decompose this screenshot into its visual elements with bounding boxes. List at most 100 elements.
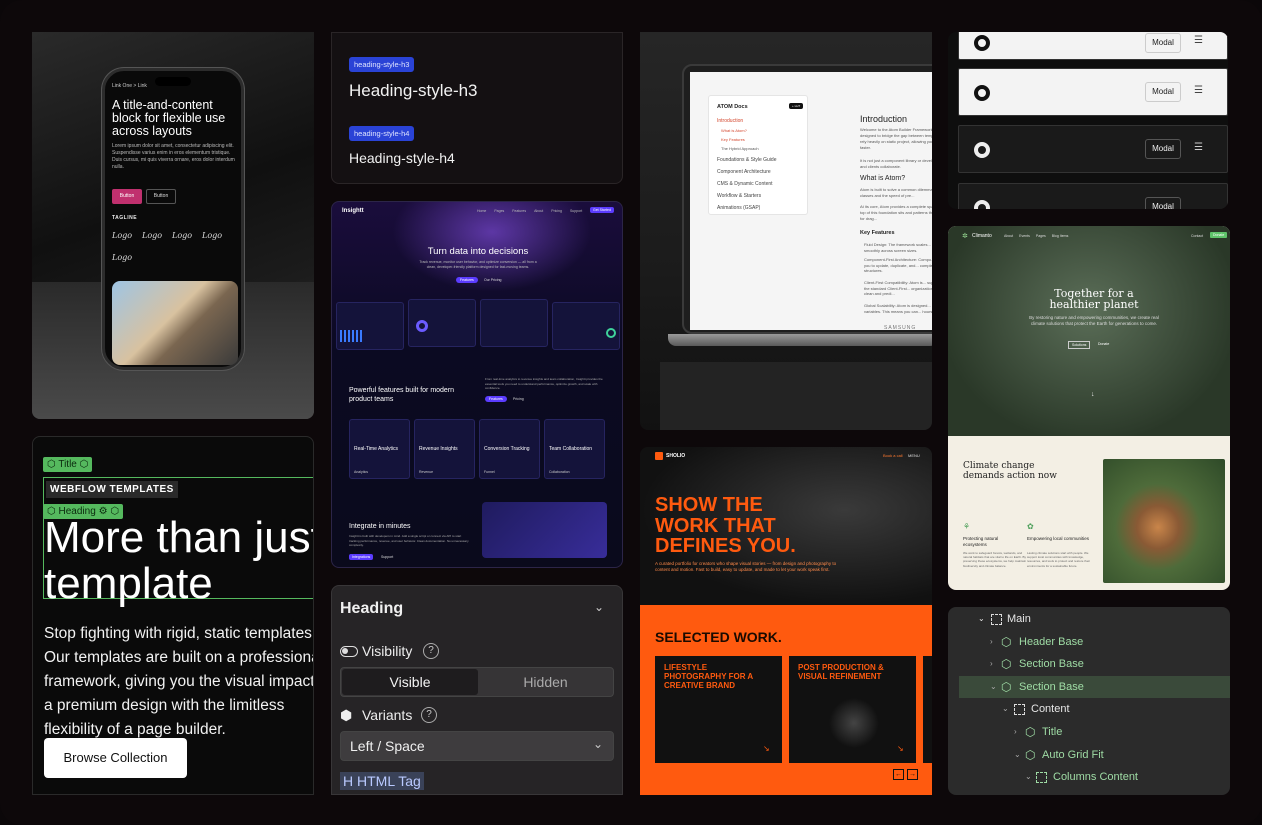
hero-pricing-link[interactable]: Our Pricing bbox=[480, 277, 506, 283]
next-arrow-icon[interactable]: → bbox=[907, 769, 918, 780]
menu-item[interactable]: CMS & Dynamic Content bbox=[717, 181, 773, 187]
tree-row[interactable]: ⌄ Columns Content bbox=[948, 766, 1230, 788]
feature-item: Global Scalability: Atom is designed... … bbox=[864, 303, 932, 314]
hamburger-icon[interactable]: ☰ bbox=[1194, 142, 1203, 153]
features-button[interactable]: Features bbox=[485, 396, 507, 402]
help-icon[interactable]: ? bbox=[423, 643, 439, 659]
tree-row[interactable]: ⌄ ⬡ Auto Grid Fit bbox=[948, 744, 1230, 766]
dashboard-preview bbox=[552, 302, 620, 350]
tree-row[interactable]: ⌄ Content bbox=[948, 698, 1230, 720]
nav-link[interactable]: Pages bbox=[1036, 234, 1046, 238]
hamburger-icon[interactable]: ☰ bbox=[1194, 85, 1203, 96]
intro-text: Welcome to the Atom Builder Framework, d… bbox=[860, 127, 932, 150]
menu-button[interactable]: MENU bbox=[908, 453, 920, 458]
work-card[interactable]: LIFESTYLE PHOTOGRAPHY FOR A CREATIVE BRA… bbox=[655, 656, 782, 763]
nav-cta-button[interactable]: Get Started bbox=[590, 207, 614, 213]
nav-link[interactable]: Events bbox=[1019, 234, 1030, 238]
integrate-subtitle: Insightt is built with developers in min… bbox=[349, 534, 469, 547]
prev-arrow-icon[interactable]: ← bbox=[893, 769, 904, 780]
panel-title: Heading bbox=[340, 600, 404, 617]
menu-subitem[interactable]: What is Atom? bbox=[721, 128, 747, 133]
docs-badge: + LHT bbox=[789, 103, 804, 109]
box-icon bbox=[991, 614, 1002, 625]
nav-link[interactable]: Support bbox=[570, 209, 582, 213]
hero-features-button[interactable]: Features bbox=[456, 277, 478, 283]
chevron-down-icon: ⌄ bbox=[990, 682, 997, 691]
tree-label: Section Base bbox=[1019, 658, 1084, 670]
secondary-button[interactable]: Button bbox=[146, 189, 176, 204]
pricing-link[interactable]: Pricing bbox=[509, 396, 528, 402]
visible-option[interactable]: Visible bbox=[342, 669, 478, 695]
menu-item[interactable]: Introduction bbox=[717, 118, 743, 124]
hidden-option[interactable]: Hidden bbox=[478, 669, 613, 695]
nav-link[interactable]: Blog Items bbox=[1052, 234, 1069, 238]
style-tag-h3[interactable]: heading-style-h3 bbox=[349, 57, 415, 72]
feature-card-link[interactable]: Collaboration bbox=[549, 470, 570, 474]
brand-name[interactable]: Climanto bbox=[972, 233, 992, 239]
hero-title: Turn data into decisions bbox=[427, 246, 529, 257]
nav-link[interactable]: About bbox=[534, 209, 543, 213]
nav-link[interactable]: Home bbox=[477, 209, 486, 213]
feature-card-link[interactable]: Funnel bbox=[484, 470, 495, 474]
visibility-segmented-control: Visible Hidden bbox=[340, 667, 614, 697]
contact-link[interactable]: Contact bbox=[1191, 234, 1203, 238]
work-card[interactable]: POST PRODUCTION & VISUAL REFINEMENT ↘ bbox=[789, 656, 916, 763]
architecture-image bbox=[112, 281, 238, 365]
nav-link[interactable]: Pricing bbox=[551, 209, 562, 213]
nav-link[interactable]: About bbox=[1004, 234, 1013, 238]
feature-card-link[interactable]: Analytics bbox=[354, 470, 368, 474]
html-tag-chip[interactable]: H HTML Tag bbox=[340, 772, 424, 790]
feature-card-title: Conversion Tracking bbox=[484, 446, 530, 452]
help-icon[interactable]: ? bbox=[421, 707, 437, 723]
modal-button[interactable]: Modal bbox=[1145, 139, 1181, 159]
title-tag[interactable]: ⬡ Title ⬡ bbox=[43, 457, 93, 472]
menu-subitem[interactable]: The Hybrid Approach bbox=[721, 146, 759, 151]
modal-button[interactable]: Modal bbox=[1145, 82, 1181, 102]
tree-row[interactable]: › ⬡ Section Base bbox=[948, 653, 1230, 675]
tree-label: Content bbox=[1031, 703, 1070, 715]
modal-button[interactable]: Modal bbox=[1145, 197, 1181, 209]
primary-button[interactable]: Button bbox=[112, 189, 142, 204]
brand-logo-icon bbox=[974, 85, 990, 101]
toggle-icon[interactable] bbox=[340, 646, 358, 657]
brand-name[interactable]: SHOLIO bbox=[666, 453, 685, 459]
menu-item[interactable]: Workflow & Starters bbox=[717, 193, 761, 199]
support-link[interactable]: Support bbox=[378, 554, 396, 560]
menu-item[interactable]: Animations (GSAP) bbox=[717, 205, 760, 211]
browse-collection-button[interactable]: Browse Collection bbox=[44, 738, 187, 778]
tree-row[interactable]: › ⬡ Header Base bbox=[948, 631, 1230, 653]
variants-select[interactable]: Left / Space ⌄ bbox=[340, 731, 614, 761]
tree-row[interactable]: › ⬡ Title bbox=[948, 721, 1230, 743]
integrations-button[interactable]: Integrations bbox=[349, 554, 374, 560]
menu-item[interactable]: Component Architecture bbox=[717, 169, 771, 175]
brand-logo-icon bbox=[974, 142, 990, 158]
menu-item[interactable]: Foundations & Style Guide bbox=[717, 157, 776, 163]
nav-link[interactable]: Pages bbox=[494, 209, 504, 213]
logo-item: Logo bbox=[142, 231, 163, 240]
style-tag-h4[interactable]: heading-style-h4 bbox=[349, 126, 415, 141]
nav-link[interactable]: Features bbox=[512, 209, 526, 213]
collapse-chevron-icon[interactable]: ⌄ bbox=[594, 600, 604, 614]
breadcrumb[interactable]: Link One > Link bbox=[112, 83, 147, 89]
scroll-down-icon[interactable]: ↓ bbox=[1091, 391, 1095, 398]
donate-button[interactable]: Donate bbox=[1210, 232, 1228, 238]
menu-subitem[interactable]: Key Features bbox=[721, 137, 745, 142]
navigator-tree-tile: ⌄ Main › ⬡ Header Base › ⬡ Section Base … bbox=[948, 607, 1230, 795]
tree-label: Columns Content bbox=[1053, 771, 1138, 783]
title-tag-label: Title bbox=[58, 459, 77, 470]
tree-row[interactable]: ⌄ Main bbox=[948, 608, 1230, 630]
what-text-2: At its core, Atom provides a complete sp… bbox=[860, 204, 932, 221]
tree-label: Header Base bbox=[1019, 636, 1084, 648]
laptop-brand: SAMSUNG bbox=[884, 325, 917, 331]
sprout-icon: ⚘ bbox=[963, 522, 971, 531]
solutions-button[interactable]: Solutions bbox=[1068, 341, 1091, 349]
navbar-row: Modal bbox=[958, 183, 1228, 209]
hero-donate-link[interactable]: Donate bbox=[1098, 342, 1109, 346]
book-call-link[interactable]: Book a call bbox=[883, 453, 903, 458]
phone-mockup-tile: Link One > Link A title-and-content bloc… bbox=[32, 32, 314, 419]
feature-card-link[interactable]: Revenue bbox=[419, 470, 433, 474]
hamburger-icon[interactable]: ☰ bbox=[1194, 35, 1203, 46]
tree-row-selected[interactable]: ⌄ ⬡ Section Base bbox=[959, 676, 1230, 698]
modal-button[interactable]: Modal bbox=[1145, 33, 1181, 53]
brand-logo[interactable]: Insightt bbox=[342, 208, 364, 214]
